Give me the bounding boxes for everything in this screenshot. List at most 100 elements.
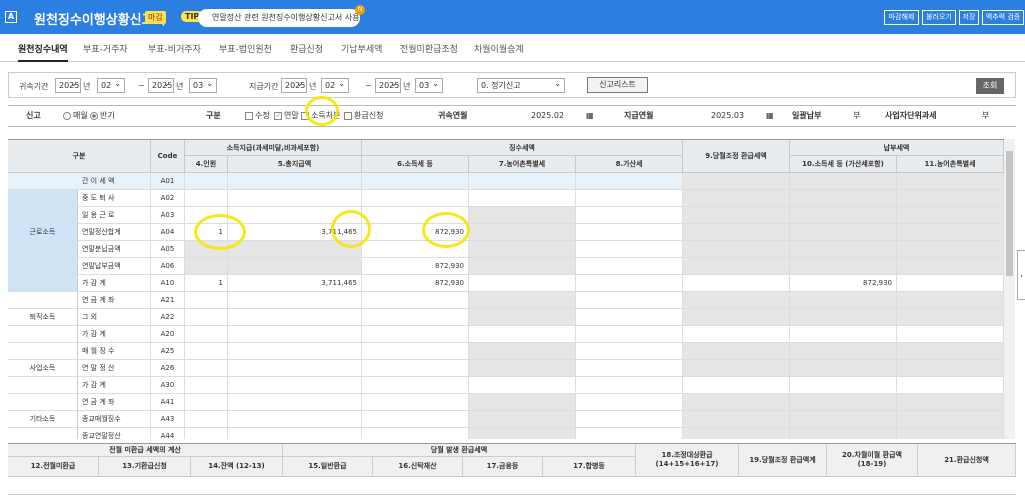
cell-paid[interactable] (790, 173, 897, 189)
table-row[interactable]: 가 감 계 A10 1 3,711,465 872,930 872,930 (8, 275, 1004, 292)
table-row[interactable]: 일 용 근 로 A03 (8, 207, 1004, 224)
cell-paid[interactable] (790, 258, 897, 274)
cell-paid-rural[interactable] (897, 326, 1004, 342)
notice-link[interactable]: 연말정산 관련 원천징수이행상황신고서 사용방법... (198, 9, 360, 27)
tab-refund[interactable]: 환급신청 (290, 42, 323, 55)
cell-paid-rural[interactable] (897, 309, 1004, 325)
cell-penalty[interactable] (576, 377, 683, 393)
cell-rural[interactable] (469, 207, 576, 223)
cell-people[interactable] (185, 411, 228, 427)
tab-resident[interactable]: 부표-거주자 (83, 42, 128, 55)
cell-total[interactable] (228, 173, 362, 189)
cell-paid-rural[interactable] (897, 394, 1004, 410)
cell-tax[interactable] (362, 394, 469, 410)
cell-people[interactable] (185, 292, 228, 308)
cell-total[interactable] (228, 326, 362, 342)
cell-rural[interactable] (469, 326, 576, 342)
tab-carryover[interactable]: 차월이월승계 (474, 42, 524, 55)
table-row[interactable]: 매 월 징 수 A25 (8, 343, 1004, 360)
cell-people[interactable] (185, 258, 228, 274)
cell-tax[interactable]: 872,930 (362, 258, 469, 274)
cell-paid[interactable] (790, 224, 897, 240)
cell-tax[interactable] (362, 428, 469, 439)
cell-penalty[interactable] (576, 360, 683, 376)
cell-tax[interactable] (362, 292, 469, 308)
cell-paid[interactable] (790, 394, 897, 410)
cell-paid-rural[interactable] (897, 360, 1004, 376)
tab-nonresident[interactable]: 부표-비거주자 (148, 42, 201, 55)
cell-paid[interactable] (790, 292, 897, 308)
cell-rural[interactable] (469, 360, 576, 376)
cell-rural[interactable] (469, 343, 576, 359)
cell-paid[interactable] (790, 241, 897, 257)
pay-to-year-select[interactable]: 2025 (375, 77, 401, 93)
cell-penalty[interactable] (576, 292, 683, 308)
cell-adjust[interactable] (683, 360, 790, 376)
cell-tax[interactable] (362, 411, 469, 427)
cell-paid-rural[interactable] (897, 411, 1004, 427)
grid-scrollbar[interactable] (1004, 139, 1015, 439)
table-row[interactable]: 연 금 계 좌 A41 (8, 394, 1004, 411)
pay-ym-value[interactable]: 2025.03 (711, 106, 744, 126)
cell-total[interactable] (228, 377, 362, 393)
cell-total[interactable] (228, 190, 362, 206)
load-button[interactable]: 불러오기 (922, 10, 956, 25)
cell-adjust[interactable] (683, 224, 790, 240)
cell-people[interactable] (185, 428, 228, 439)
cell-tax[interactable] (362, 309, 469, 325)
cell-paid-rural[interactable] (897, 377, 1004, 393)
cell-rural[interactable] (469, 258, 576, 274)
cell-rural[interactable] (469, 309, 576, 325)
table-row[interactable]: 가 감 계 A30 (8, 377, 1004, 394)
cell-paid[interactable] (790, 377, 897, 393)
option-half[interactable]: 반기 (90, 106, 115, 126)
tab-prev-adjust[interactable]: 전월미환급조정 (400, 42, 458, 55)
calendar-icon[interactable]: ▦ (586, 106, 594, 126)
cell-rural[interactable] (469, 224, 576, 240)
cell-paid-rural[interactable] (897, 207, 1004, 223)
cell-paid-rural[interactable] (897, 173, 1004, 189)
cell-tax[interactable] (362, 173, 469, 189)
view-button[interactable]: 조회 (976, 78, 1004, 94)
cell-penalty[interactable] (576, 173, 683, 189)
cell-tax[interactable]: 872,930 (362, 275, 469, 291)
table-row[interactable]: 종교매월징수 A43 (8, 411, 1004, 428)
table-row[interactable]: 가 감 계 A20 (8, 326, 1004, 343)
scrollbar-thumb[interactable] (1006, 151, 1013, 276)
cell-penalty[interactable] (576, 207, 683, 223)
table-row[interactable]: 연 말 정 산 A26 (8, 360, 1004, 377)
cell-rural[interactable] (469, 292, 576, 308)
cell-rural[interactable] (469, 394, 576, 410)
cell-adjust[interactable] (683, 377, 790, 393)
cell-paid-rural[interactable] (897, 292, 1004, 308)
side-panel-toggle-icon[interactable]: › (1017, 250, 1025, 300)
cell-people[interactable] (185, 394, 228, 410)
pay-to-month-select[interactable]: 03 (415, 77, 443, 93)
cell-penalty[interactable] (576, 326, 683, 342)
cell-rural[interactable] (469, 190, 576, 206)
cell-penalty[interactable] (576, 190, 683, 206)
cell-people[interactable]: 1 (185, 275, 228, 291)
cell-total[interactable] (228, 258, 362, 274)
cell-total[interactable] (228, 360, 362, 376)
cell-penalty[interactable] (576, 275, 683, 291)
cell-adjust[interactable] (683, 394, 790, 410)
table-row[interactable]: 연말납부금액 A06 872,930 (8, 258, 1004, 275)
lump-payment-value[interactable]: 부 (853, 106, 860, 126)
belong-from-year-select[interactable]: 2025 (55, 77, 81, 93)
tab-prepaid[interactable]: 기납부세액 (341, 42, 382, 55)
cell-people[interactable] (185, 309, 228, 325)
cell-total[interactable] (228, 394, 362, 410)
calendar-icon[interactable]: ▦ (766, 106, 774, 126)
cell-paid[interactable] (790, 343, 897, 359)
cell-rural[interactable] (469, 428, 576, 439)
belong-ym-value[interactable]: 2025.02 (531, 106, 564, 126)
cell-adjust[interactable] (683, 343, 790, 359)
pay-from-month-select[interactable]: 02 (321, 77, 349, 93)
unclose-button[interactable]: 마감해제 (884, 10, 919, 25)
cell-paid-rural[interactable] (897, 241, 1004, 257)
cell-tax[interactable] (362, 190, 469, 206)
cell-paid-rural[interactable] (897, 428, 1004, 439)
cell-adjust[interactable] (683, 207, 790, 223)
cell-penalty[interactable] (576, 309, 683, 325)
